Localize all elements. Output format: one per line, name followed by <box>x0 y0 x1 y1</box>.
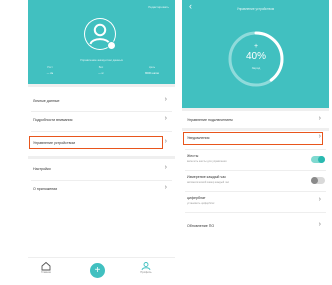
chevron-right-icon: › <box>318 221 321 228</box>
row-label: Управление подключением <box>187 118 233 122</box>
back-arrow-icon[interactable]: ‹ <box>189 2 192 11</box>
battery-gauge: + 40% Заряд <box>226 29 286 89</box>
menu-item-settings[interactable]: Настройки › <box>28 163 175 175</box>
menu-item-about[interactable]: О приложении › <box>28 183 175 195</box>
row-firmware-update[interactable]: Обновление ПО › <box>182 221 329 233</box>
tab-profile[interactable]: Профиль <box>134 261 158 274</box>
row-label: циферблат <box>187 196 206 200</box>
row-label: Жесты <box>187 154 199 158</box>
profile-stats: Рост — см Вес — кг Цель 8000 шагов <box>28 66 175 80</box>
stat-weight: Вес — кг <box>81 66 121 75</box>
avatar-edit-badge-icon[interactable] <box>107 41 116 50</box>
divider <box>185 149 326 150</box>
section-separator <box>182 128 329 131</box>
home-icon <box>41 261 51 271</box>
stat-goal: Цель 8000 шагов <box>132 66 172 75</box>
page-title: Управление устройством <box>236 7 275 11</box>
gestures-toggle[interactable] <box>311 156 325 163</box>
tab-home[interactable]: Главная <box>34 261 58 274</box>
stat-value: — см <box>46 72 54 75</box>
menu-item-attention-details[interactable]: Подробности внимания › <box>28 114 175 126</box>
highlight-box <box>29 136 163 149</box>
section-separator <box>182 108 329 111</box>
divider <box>31 180 172 181</box>
stat-label: Рост <box>47 66 53 69</box>
username: Управление аккаунтом данных <box>80 58 123 62</box>
menu-item-label: Личные данные <box>33 99 60 103</box>
menu-item-label: Подробности внимания <box>33 118 73 122</box>
stat-label: Цель <box>148 66 156 69</box>
divider <box>31 111 172 112</box>
row-gestures: Жесты включить жесты для управления <box>182 152 329 168</box>
stat-label: Вес <box>98 66 104 69</box>
menu-item-label: Настройки <box>33 167 51 171</box>
divider <box>31 131 172 132</box>
chevron-right-icon: › <box>164 115 167 122</box>
bottom-tab-bar: Главная + Профиль <box>28 257 175 285</box>
plus-icon: + <box>253 43 259 50</box>
chevron-right-icon: › <box>318 196 321 203</box>
chevron-right-icon: › <box>164 96 167 103</box>
row-hourly-measurement: Измерение каждый час автоматический заме… <box>182 173 329 189</box>
divider <box>185 191 326 192</box>
menu-item-personal-data[interactable]: Личные данные › <box>28 95 175 107</box>
chevron-right-icon: › <box>318 115 321 122</box>
row-label: Обновление ПО <box>187 224 215 228</box>
menu-item-label: О приложении <box>33 187 58 191</box>
hourly-measurement-toggle[interactable] <box>311 177 325 184</box>
stat-height: Рост — см <box>30 66 70 75</box>
chevron-right-icon: › <box>164 184 167 191</box>
profile-screen: Редактировать Управление аккаунтом данны… <box>28 0 175 285</box>
person-icon <box>141 262 151 271</box>
battery-percent: 40% <box>245 51 266 62</box>
divider <box>185 212 326 213</box>
row-connection-management[interactable]: Управление подключением › <box>182 114 329 128</box>
device-header: ‹ Управление устройством + 40% Заряд <box>182 0 329 108</box>
toggle-knob <box>318 156 325 163</box>
battery-label: Заряд <box>251 66 261 70</box>
toggle-knob <box>311 177 318 184</box>
chevron-right-icon: › <box>164 164 167 171</box>
tab-label: Главная <box>41 271 51 274</box>
add-button[interactable]: + <box>90 263 105 278</box>
row-sublabel: автоматический замер каждый час <box>187 181 230 184</box>
tab-label: Профиль <box>140 271 152 274</box>
edit-profile-link[interactable]: Редактировать <box>148 5 169 9</box>
section-separator <box>28 84 175 87</box>
chevron-right-icon: › <box>164 138 167 145</box>
section-separator <box>28 156 175 159</box>
row-label: Измерение каждый час <box>187 175 227 179</box>
stat-value: — кг <box>98 72 104 75</box>
device-management-screen: ‹ Управление устройством + 40% Заряд Упр… <box>182 0 329 285</box>
row-watch-face[interactable]: циферблат установить циферблат › <box>182 194 329 210</box>
profile-header: Редактировать Управление аккаунтом данны… <box>28 0 175 84</box>
highlight-box <box>183 132 323 145</box>
row-sublabel: включить жесты для управления <box>187 160 227 163</box>
row-sublabel: установить циферблат <box>187 202 215 205</box>
stat-value: 8000 шагов <box>145 72 159 75</box>
divider <box>185 170 326 171</box>
